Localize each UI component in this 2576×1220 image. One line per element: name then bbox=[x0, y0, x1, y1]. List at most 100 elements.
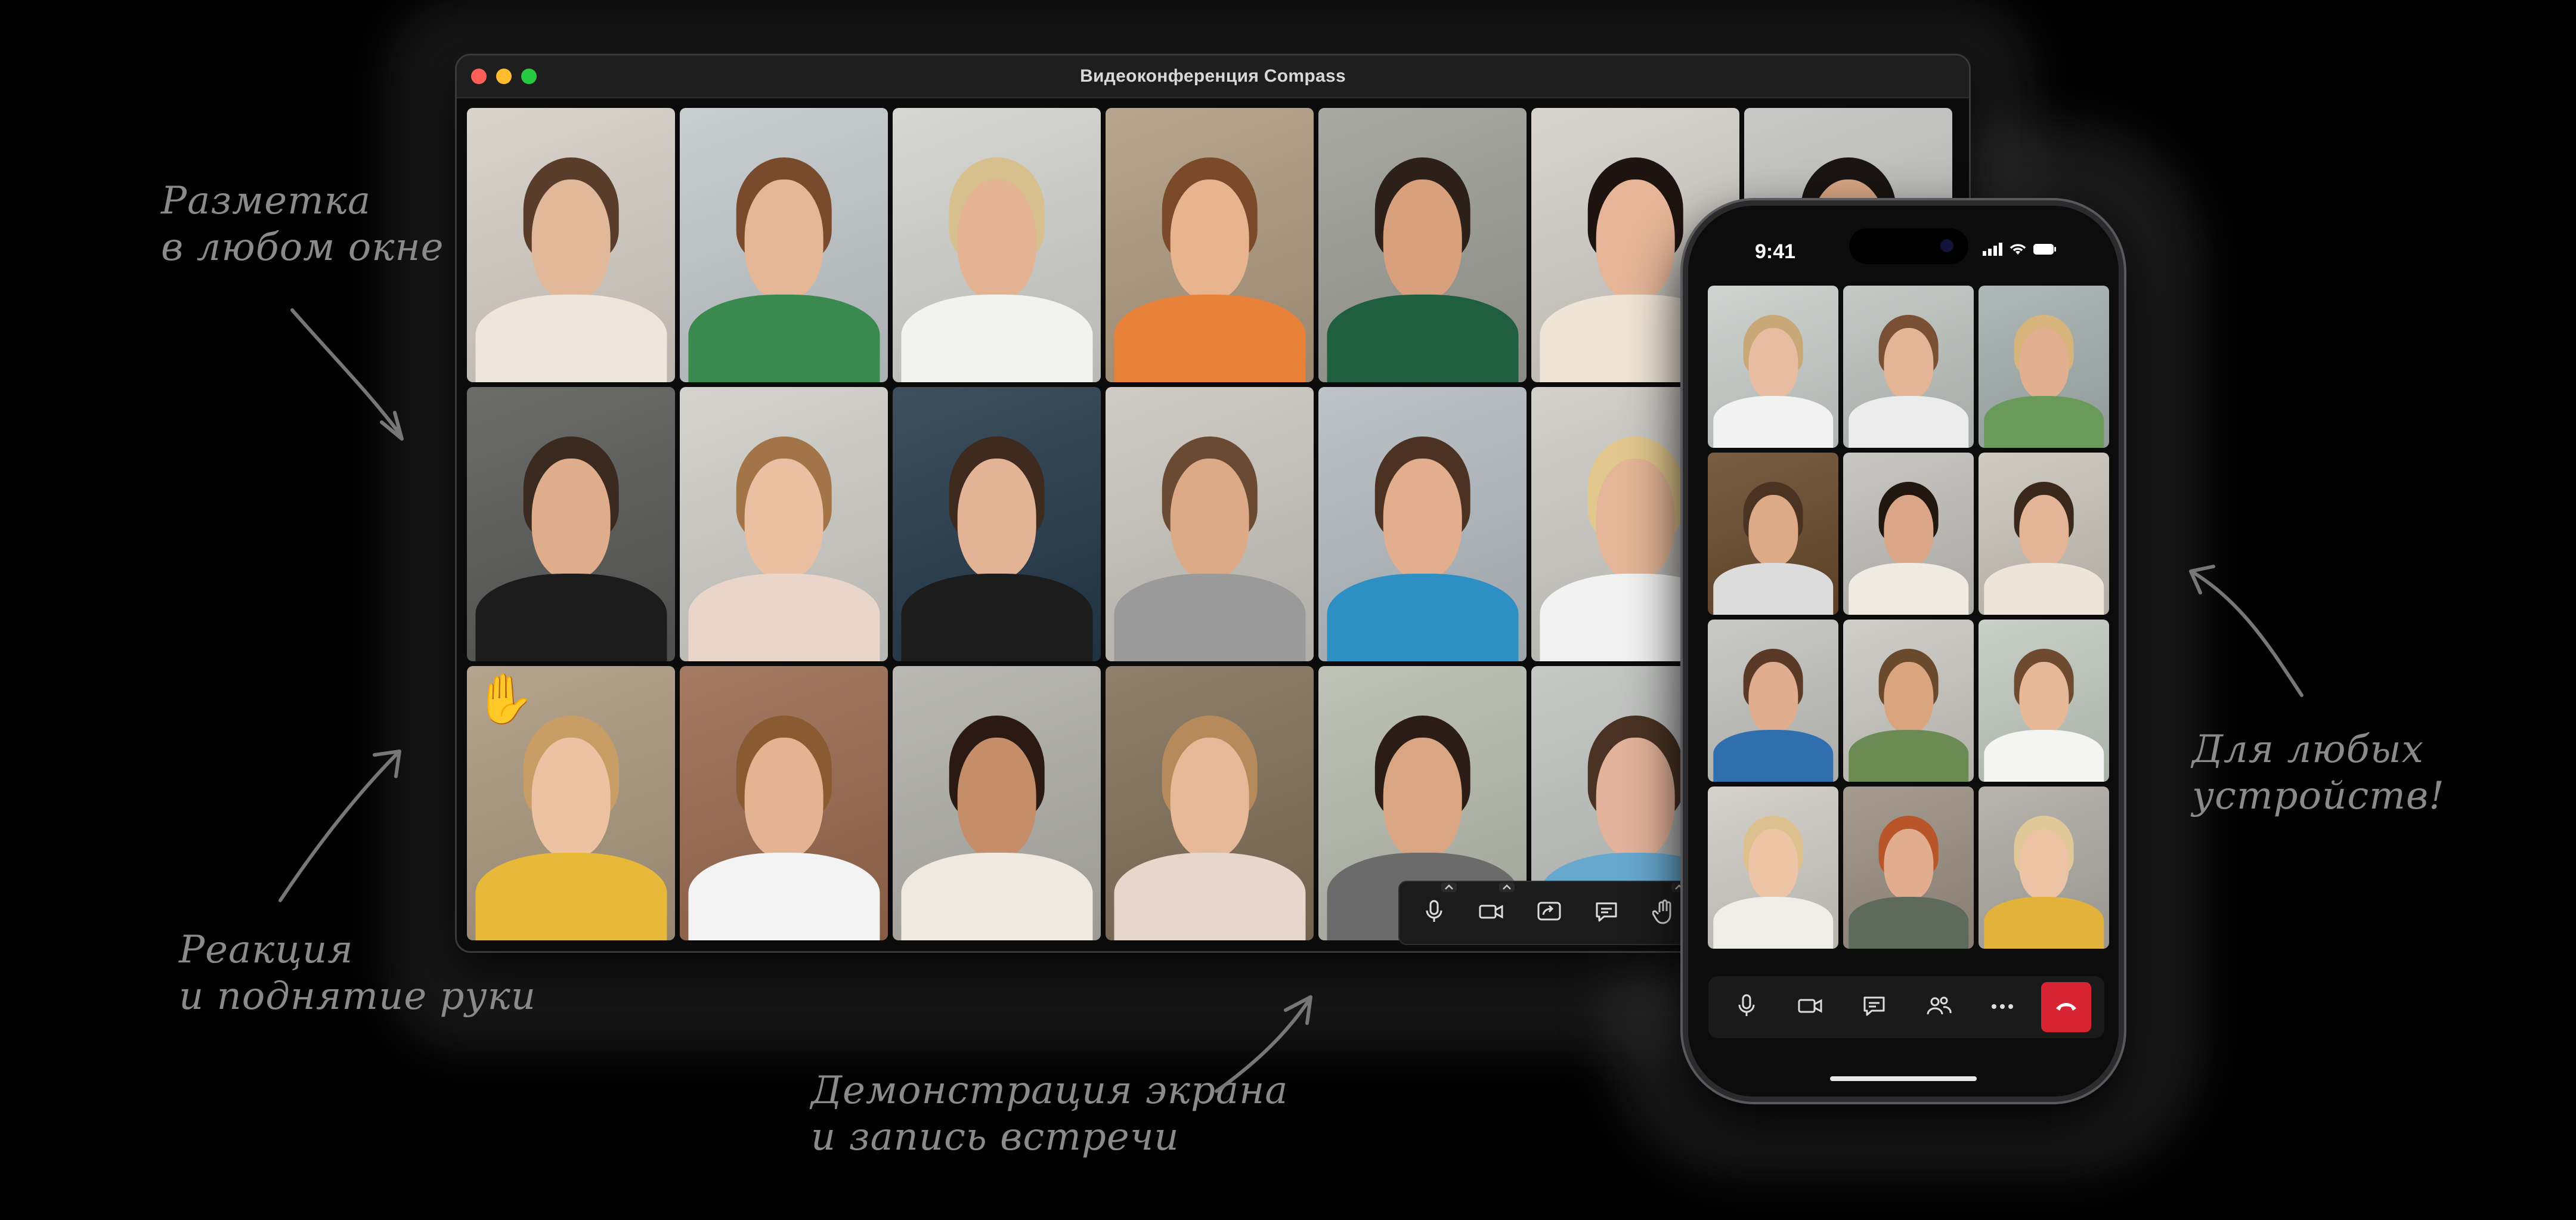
participant-face bbox=[1596, 458, 1675, 579]
participant-body bbox=[688, 294, 880, 382]
video-camera-icon bbox=[1479, 903, 1504, 924]
participant-body bbox=[1713, 562, 1834, 615]
chat-bubble-icon bbox=[1862, 995, 1886, 1020]
phone-video-tile[interactable] bbox=[1979, 620, 2109, 782]
participant-body bbox=[1983, 896, 2104, 949]
window-titlebar: Видеоконференция Compass bbox=[457, 55, 1969, 98]
phone-end-call-button[interactable] bbox=[2041, 982, 2092, 1032]
more-dots-icon bbox=[1990, 1002, 2014, 1012]
participant-body bbox=[1326, 294, 1519, 382]
participant-face bbox=[957, 458, 1036, 579]
desktop-video-tile[interactable] bbox=[893, 108, 1101, 382]
phone-video-tile[interactable] bbox=[1708, 620, 1838, 782]
phone-video-tile[interactable] bbox=[1843, 453, 1974, 615]
phone-video-tile[interactable] bbox=[1979, 453, 2109, 615]
chevron-up-icon[interactable] bbox=[1498, 883, 1515, 895]
participant-body bbox=[1983, 562, 2104, 615]
status-bar-icons bbox=[1983, 243, 2057, 256]
mobile-phone: 9:41 bbox=[1683, 200, 2124, 1102]
video-camera-icon bbox=[1798, 997, 1823, 1018]
phone-video-tile[interactable] bbox=[1708, 286, 1838, 448]
arrow-to-phone bbox=[2191, 571, 2303, 697]
desktop-video-tile[interactable] bbox=[1106, 666, 1314, 940]
participant-face bbox=[1383, 737, 1462, 858]
phone-video-tile[interactable] bbox=[1843, 787, 1974, 949]
phone-video-tile[interactable] bbox=[1979, 787, 2109, 949]
phone-video-tile[interactable] bbox=[1708, 787, 1838, 949]
desktop-video-tile[interactable] bbox=[467, 108, 675, 382]
raised-hand-reaction: ✋ bbox=[474, 672, 535, 726]
window-title: Видеоконференция Compass bbox=[1080, 66, 1346, 86]
participant-body bbox=[1983, 395, 2104, 448]
participant-body bbox=[1113, 852, 1306, 940]
phone-chat-button[interactable] bbox=[1849, 982, 1899, 1032]
phone-video-tile[interactable] bbox=[1843, 286, 1974, 448]
phone-video-tile[interactable] bbox=[1979, 286, 2109, 448]
desktop-video-tile[interactable] bbox=[680, 387, 888, 661]
arrow-to-window-top bbox=[290, 308, 402, 437]
participant-face bbox=[1170, 458, 1249, 579]
chat-button[interactable] bbox=[1580, 887, 1633, 939]
desktop-video-tile[interactable]: ✋ bbox=[467, 666, 675, 940]
desktop-video-tile[interactable] bbox=[1106, 108, 1314, 382]
participant-face bbox=[2018, 494, 2069, 566]
phone-microphone-button[interactable] bbox=[1722, 982, 1772, 1032]
phone-participants-grid bbox=[1708, 286, 2113, 958]
hang-up-icon bbox=[2054, 1000, 2078, 1015]
microphone-button[interactable] bbox=[1408, 883, 1460, 939]
battery-icon bbox=[2033, 244, 2056, 255]
desktop-video-tile[interactable] bbox=[680, 666, 888, 940]
participant-face bbox=[957, 179, 1036, 300]
mic-icon bbox=[1424, 900, 1444, 927]
annotation-screen-share: Демонстрация экрана и запись встречи bbox=[811, 1069, 1289, 1159]
participant-body bbox=[688, 573, 880, 661]
participant-face bbox=[1748, 494, 1798, 566]
mic-icon bbox=[1736, 994, 1757, 1021]
participant-face bbox=[531, 458, 611, 579]
annotation-devices: Для любых устройств! bbox=[2192, 727, 2445, 818]
desktop-video-tile[interactable] bbox=[893, 666, 1101, 940]
participant-face bbox=[1883, 828, 1934, 900]
participant-face bbox=[1883, 661, 1934, 733]
participant-face bbox=[1383, 458, 1462, 579]
participant-body bbox=[1713, 729, 1834, 782]
participant-body bbox=[1848, 729, 1969, 782]
phone-participants-button[interactable] bbox=[1914, 982, 1964, 1032]
participant-face bbox=[744, 179, 823, 300]
desktop-video-tile[interactable] bbox=[1318, 108, 1527, 382]
desktop-video-tile[interactable] bbox=[1318, 387, 1527, 661]
participant-face bbox=[957, 737, 1036, 858]
phone-video-tile[interactable] bbox=[1708, 453, 1838, 615]
camera-button[interactable] bbox=[1465, 883, 1518, 939]
participant-body bbox=[1713, 395, 1834, 448]
participant-face bbox=[744, 458, 823, 579]
phone-call-controls bbox=[1708, 976, 2104, 1038]
participant-face bbox=[1748, 828, 1798, 900]
desktop-video-tile[interactable] bbox=[467, 387, 675, 661]
desktop-video-tile[interactable] bbox=[680, 108, 888, 382]
participant-face bbox=[2018, 661, 2069, 733]
chevron-up-icon[interactable] bbox=[1441, 883, 1457, 895]
desktop-video-tile[interactable] bbox=[893, 387, 1101, 661]
participant-face bbox=[1170, 737, 1249, 858]
hand-icon bbox=[1652, 899, 1675, 927]
home-indicator[interactable] bbox=[1830, 1076, 1977, 1081]
desktop-video-tile[interactable] bbox=[1106, 387, 1314, 661]
arrow-to-window-bottom bbox=[278, 751, 400, 902]
participant-face bbox=[2018, 327, 2069, 400]
people-icon bbox=[1925, 995, 1952, 1020]
participant-body bbox=[688, 852, 880, 940]
participant-body bbox=[1983, 729, 2104, 782]
participant-body bbox=[1713, 896, 1834, 949]
participant-face bbox=[1883, 327, 1934, 400]
participant-body bbox=[1113, 573, 1306, 661]
phone-camera-button[interactable] bbox=[1785, 982, 1835, 1032]
participant-body bbox=[900, 573, 1093, 661]
screen-share-button[interactable] bbox=[1523, 887, 1575, 939]
phone-more-button[interactable] bbox=[1977, 982, 2027, 1032]
phone-video-tile[interactable] bbox=[1843, 620, 1974, 782]
participant-face bbox=[1596, 737, 1675, 858]
participant-body bbox=[900, 294, 1093, 382]
participant-face bbox=[744, 737, 823, 858]
participant-body bbox=[1848, 562, 1969, 615]
